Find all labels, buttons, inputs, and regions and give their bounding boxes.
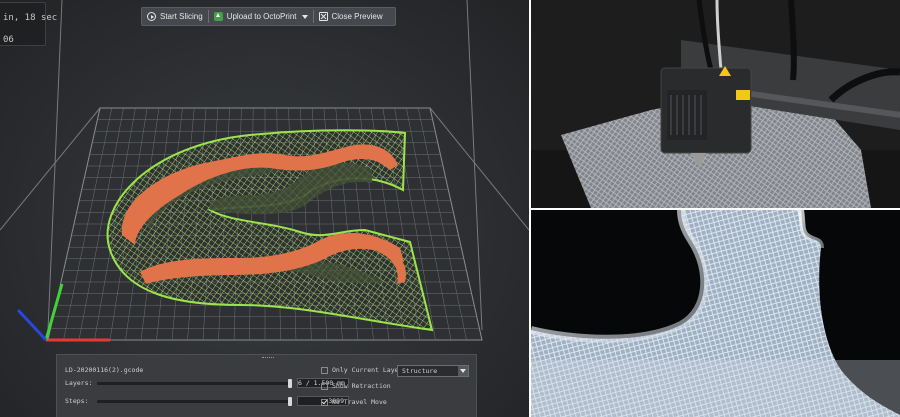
- steps-label: Steps:: [65, 397, 89, 405]
- panel-drag-handle[interactable]: [262, 357, 274, 360]
- slicer-toolbar: Start Slicing Upload to OctoPrint Close …: [141, 7, 396, 26]
- close-preview-button[interactable]: Close Preview: [314, 8, 388, 25]
- layers-slider[interactable]: [97, 379, 292, 388]
- only-current-layer-label: Only Current Layer: [332, 366, 403, 374]
- no-travel-move-label: No Travel Move: [332, 398, 387, 406]
- printer-extruder-photo: [531, 0, 900, 208]
- steps-slider-handle[interactable]: [288, 397, 292, 406]
- show-retraction-label: Show Retraction: [332, 382, 391, 390]
- checkbox-box[interactable]: [321, 382, 328, 390]
- axis-z: [16, 308, 48, 342]
- close-preview-label: Close Preview: [331, 12, 383, 21]
- view-mode-value: Structure: [402, 367, 438, 375]
- upload-icon: [213, 12, 223, 21]
- start-slicing-button[interactable]: Start Slicing: [142, 8, 208, 25]
- checkbox-box[interactable]: [321, 398, 328, 406]
- layers-label: Layers:: [65, 379, 93, 387]
- print-info-text: 06: [3, 35, 14, 45]
- layers-slider-handle[interactable]: [288, 379, 292, 388]
- steps-slider[interactable]: [97, 397, 292, 406]
- chevron-down-icon[interactable]: [301, 14, 308, 19]
- no-travel-move-checkbox[interactable]: No Travel Move: [321, 398, 387, 406]
- chevron-down-icon[interactable]: [458, 366, 468, 376]
- extruder-illustration: [531, 0, 900, 208]
- view-mode-select[interactable]: Structure: [397, 365, 469, 377]
- upload-octoprint-label: Upload to OctoPrint: [226, 12, 297, 21]
- print-time-text: in, 18 sec: [3, 13, 58, 23]
- print-info-box: in, 18 sec 06: [0, 2, 58, 46]
- close-icon: [318, 12, 328, 21]
- start-slicing-label: Start Slicing: [160, 12, 203, 21]
- gcode-file-name: LD-20200116(2).gcode: [65, 366, 144, 374]
- slicer-window: in, 18 sec 06 Start Slicing Upload to Oc…: [0, 0, 529, 417]
- only-current-layer-checkbox[interactable]: Only Current Layer: [321, 366, 402, 374]
- gcode-preview-panel: LD-20200116(2).gcode Layers: 6 / 1.500 m…: [56, 354, 477, 417]
- upload-octoprint-button[interactable]: Upload to OctoPrint: [209, 8, 313, 25]
- play-icon: [147, 12, 156, 21]
- checkbox-box[interactable]: [321, 366, 328, 374]
- show-retraction-checkbox[interactable]: Show Retraction: [321, 382, 391, 390]
- printed-part-closeup-photo: [531, 210, 900, 417]
- printed-part-illustration: [531, 210, 900, 417]
